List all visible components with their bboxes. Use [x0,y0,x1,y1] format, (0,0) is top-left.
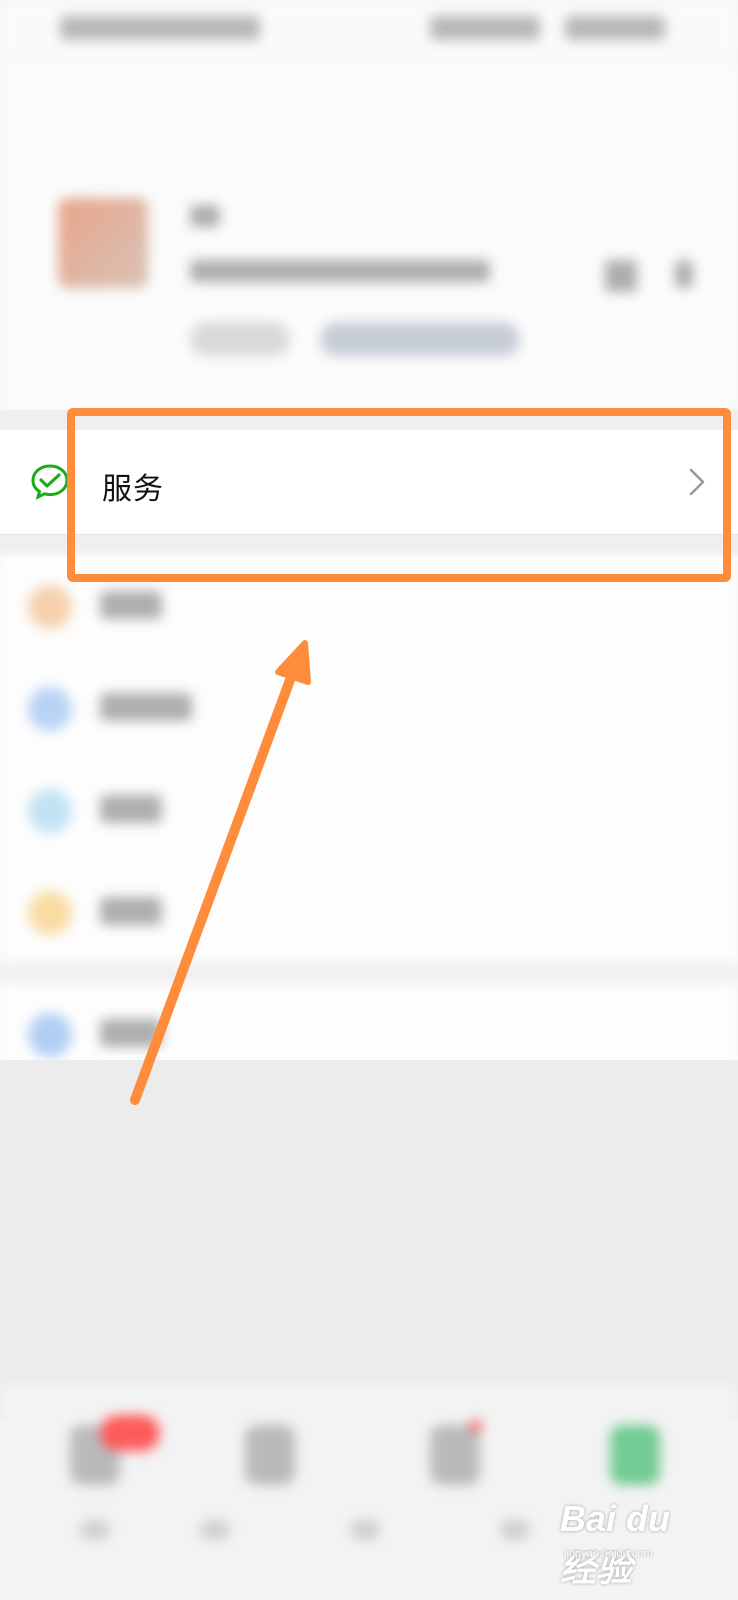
tab-discover[interactable] [420,1415,490,1495]
section-gap [0,963,738,983]
status-bar [0,0,738,60]
watermark-sub: jingyan.baidu.com [564,1548,653,1560]
discover-dot-badge [470,1420,482,1432]
menu-item-label [100,795,162,823]
menu-item-stickers[interactable] [0,861,738,963]
moments-icon [28,687,72,731]
menu-list [0,555,738,1085]
watermark-brand: Bai du 经验 [560,1498,671,1589]
wechat-pay-icon [31,464,69,500]
tab-label [80,1520,110,1540]
discover-icon [430,1425,480,1485]
menu-item-cards[interactable] [0,759,738,861]
tab-label [200,1520,230,1540]
cards-icon [28,789,72,833]
watermark: Bai du 经验 jingyan.baidu.com [560,1488,700,1589]
status-bar-indicators [430,16,540,40]
highlight-box [67,408,731,582]
empty-area [0,1060,738,1420]
menu-item-label [100,693,192,721]
stickers-icon [28,891,72,935]
status-bar-left-blob [60,16,260,40]
profile-account-id [190,260,490,282]
menu-item-label [100,897,162,925]
status-bar-battery [565,16,665,40]
favorites-icon [28,585,72,629]
tab-contacts[interactable] [235,1415,305,1495]
avatar[interactable] [58,198,148,288]
profile-header[interactable] [0,60,738,410]
tab-me[interactable] [600,1415,670,1495]
settings-icon [28,1013,72,1057]
menu-item-label [100,1019,162,1047]
unread-badge [100,1415,160,1451]
profile-name [190,205,220,227]
contacts-icon [245,1425,295,1485]
profile-chevron-icon[interactable] [675,260,693,288]
menu-item-label [100,591,162,619]
friends-status-pill[interactable] [320,322,520,356]
me-icon [610,1425,660,1485]
tab-label [350,1520,380,1540]
status-pill[interactable] [190,322,290,356]
tab-chats[interactable] [60,1415,160,1495]
tab-label [500,1520,530,1540]
qr-code-icon[interactable] [605,260,637,292]
menu-item-moments[interactable] [0,657,738,759]
